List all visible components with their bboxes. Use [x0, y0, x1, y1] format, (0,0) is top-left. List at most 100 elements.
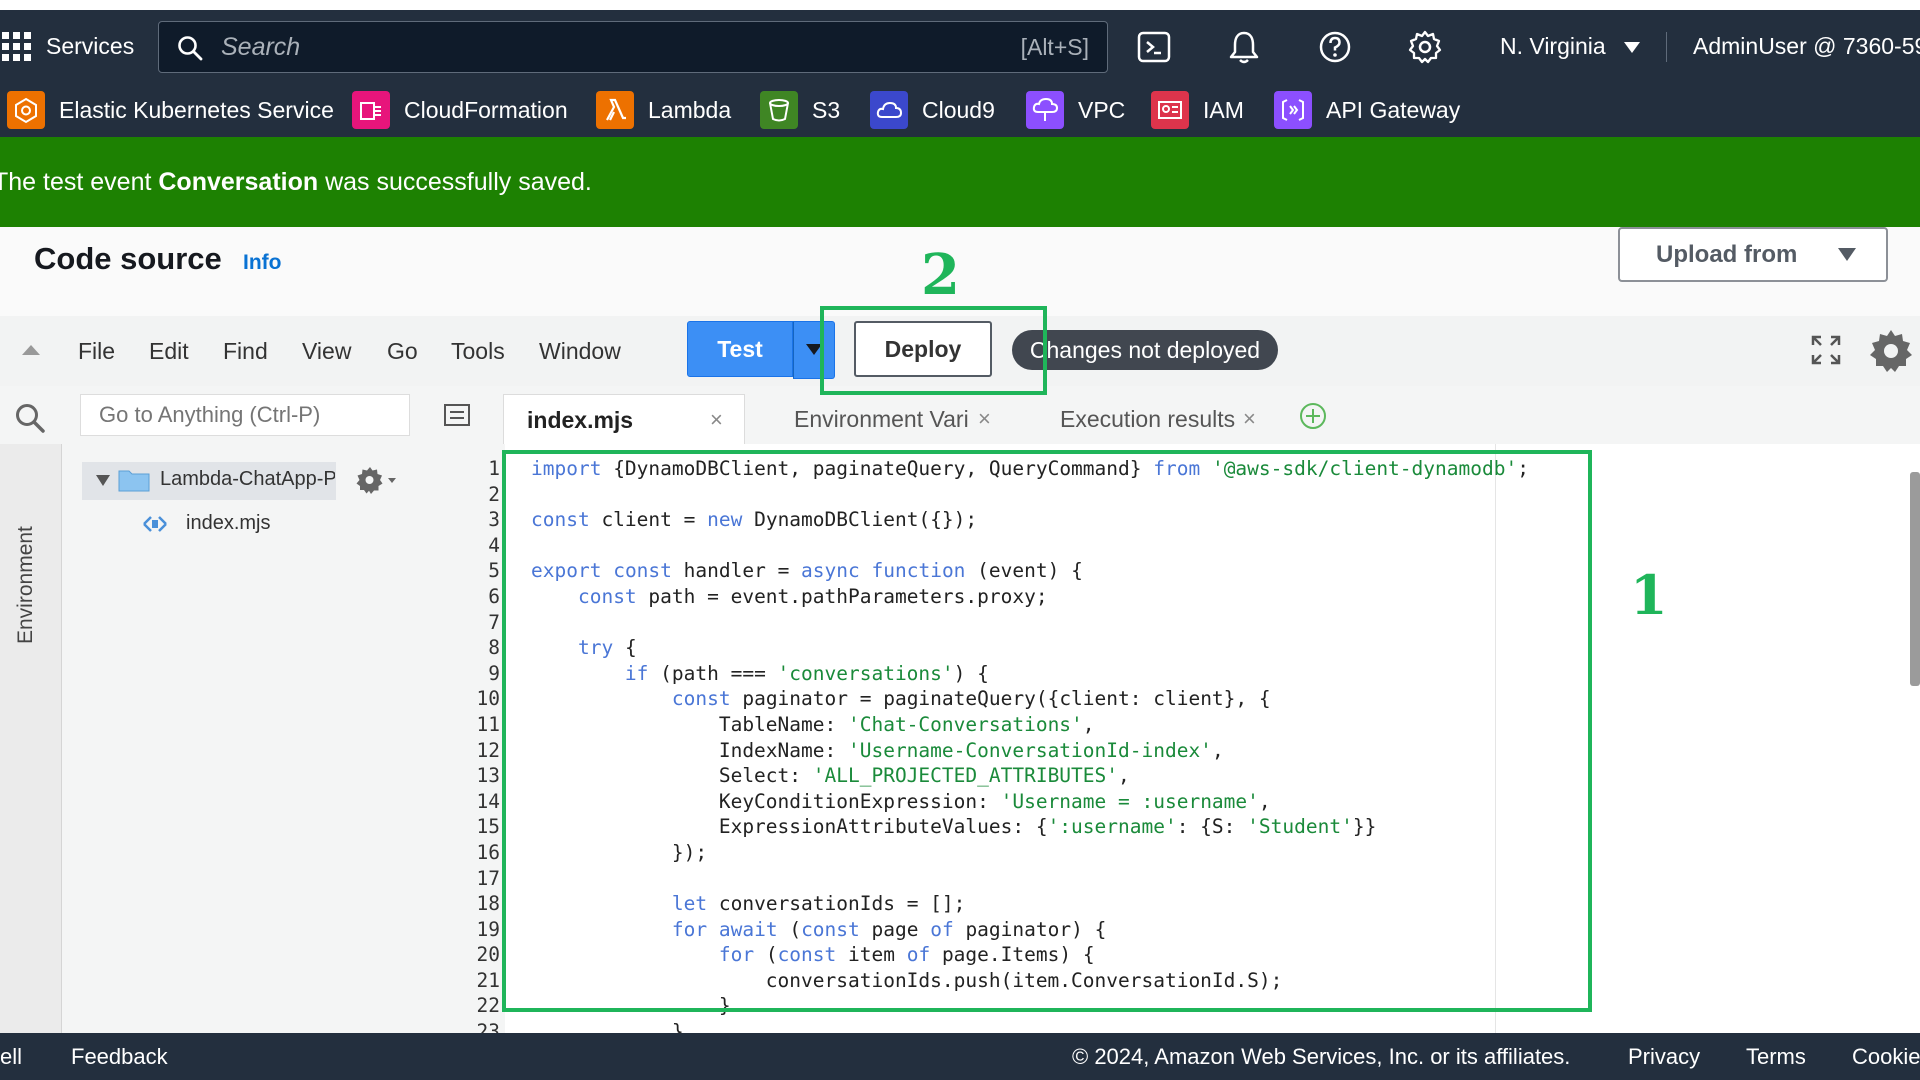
- tab-index-mjs[interactable]: index.mjs ×: [503, 394, 745, 444]
- line-number: 9: [488, 661, 500, 685]
- favorite-cloud9[interactable]: Cloud9: [870, 83, 995, 137]
- cloud9-icon: [870, 91, 908, 129]
- test-button[interactable]: Test: [687, 321, 793, 377]
- footer-privacy-link[interactable]: Privacy: [1628, 1033, 1700, 1080]
- line-number: 1: [488, 457, 500, 480]
- tree-folder-row[interactable]: Lambda-ChatApp-Pr: [82, 462, 336, 500]
- tab-environment-variables[interactable]: Environment Vari ×: [768, 394, 998, 444]
- favorite-lambda[interactable]: Lambda: [596, 83, 731, 137]
- menu-edit[interactable]: Edit: [149, 316, 189, 386]
- footer-terms-link[interactable]: Terms: [1746, 1033, 1806, 1080]
- footer-feedback-link[interactable]: Feedback: [71, 1033, 168, 1080]
- caret-down-icon: [1838, 248, 1856, 261]
- footer-cookies-link[interactable]: Cookie: [1852, 1033, 1920, 1080]
- menu-file[interactable]: File: [78, 316, 115, 386]
- favorite-iam[interactable]: IAM: [1151, 83, 1244, 137]
- line-number: 4: [488, 533, 500, 557]
- menu-window[interactable]: Window: [539, 316, 621, 386]
- favorite-label: VPC: [1078, 96, 1126, 123]
- close-icon[interactable]: ×: [1243, 394, 1256, 444]
- tab-label: index.mjs: [527, 407, 634, 433]
- help-icon[interactable]: [1317, 29, 1353, 65]
- api-gateway-icon: [1274, 91, 1312, 129]
- tabs-menu-icon[interactable]: [444, 404, 470, 426]
- editor-scrollbar[interactable]: [1910, 472, 1920, 686]
- editor-tabs-bar: index.mjs × Environment Vari × Execution…: [427, 386, 1920, 445]
- caret-down-icon: [1624, 42, 1641, 53]
- menu-tools[interactable]: Tools: [451, 316, 505, 386]
- annotation-marker-1: 1: [1630, 563, 1668, 627]
- search-input[interactable]: [221, 22, 921, 72]
- code-source-header: Code source Info Upload from: [0, 227, 1920, 316]
- favorite-label: IAM: [1203, 96, 1244, 123]
- line-number: 17: [476, 866, 500, 890]
- line-number: 16: [476, 840, 500, 864]
- region-selector[interactable]: N. Virginia: [1500, 10, 1641, 83]
- info-link[interactable]: Info: [243, 251, 281, 275]
- tab-execution-results[interactable]: Execution results ×: [1030, 394, 1270, 444]
- services-menu[interactable]: Services: [0, 10, 134, 83]
- upload-from-button[interactable]: Upload from: [1618, 227, 1888, 282]
- file-tree-sidebar: Environment Lambda-ChatApp-Pr index.mjs: [0, 386, 427, 1033]
- iam-icon: [1151, 91, 1189, 129]
- ide-settings-gear-icon[interactable]: [1868, 328, 1914, 374]
- close-icon[interactable]: ×: [978, 394, 991, 444]
- caret-down-icon: [96, 475, 110, 486]
- region-label: N. Virginia: [1500, 33, 1606, 59]
- banner-event-name: Conversation: [158, 168, 319, 196]
- line-number: 20: [476, 943, 500, 967]
- settings-gear-icon[interactable]: [1407, 29, 1443, 65]
- favorite-s3[interactable]: S3: [760, 83, 840, 137]
- line-number: 18: [476, 892, 500, 916]
- search-icon: [178, 36, 203, 61]
- file-label: index.mjs: [186, 512, 271, 534]
- environment-label: Environment: [14, 526, 37, 644]
- line-number: 8: [488, 636, 500, 660]
- deploy-status-badge: Changes not deployed: [1012, 330, 1278, 370]
- tab-label: Execution results: [1060, 406, 1236, 432]
- close-icon[interactable]: ×: [710, 395, 723, 445]
- line-number: 5: [488, 559, 500, 583]
- line-number: 22: [476, 994, 500, 1018]
- footer-cloudshell-link[interactable]: ell: [0, 1033, 22, 1080]
- line-number: 7: [488, 610, 500, 634]
- top-nav: Services [Alt+S] N. Virginia AdminUser @…: [0, 10, 1920, 83]
- line-number: 3: [488, 508, 500, 532]
- favorite-cloudformation[interactable]: CloudFormation: [352, 83, 568, 137]
- menu-find[interactable]: Find: [223, 316, 268, 386]
- go-to-anything-input[interactable]: [80, 394, 410, 436]
- nav-divider: [1666, 32, 1667, 62]
- code-text[interactable]: }: [531, 1019, 684, 1033]
- search-box[interactable]: [Alt+S]: [158, 21, 1108, 73]
- s3-icon: [760, 91, 798, 129]
- menu-view[interactable]: View: [302, 316, 351, 386]
- cloudformation-icon: [352, 91, 390, 129]
- line-number: 23: [476, 1020, 500, 1033]
- folder-icon: [118, 470, 150, 492]
- folder-settings-gear-icon[interactable]: [356, 466, 400, 494]
- add-tab-icon[interactable]: [1299, 402, 1327, 430]
- fullscreen-icon[interactable]: [1810, 334, 1842, 366]
- favorite-eks[interactable]: Elastic Kubernetes Service: [7, 83, 334, 137]
- success-banner: The test event Conversation was successf…: [0, 137, 1920, 227]
- menu-go[interactable]: Go: [387, 316, 418, 386]
- favorite-label: CloudFormation: [404, 96, 568, 123]
- cloudshell-icon[interactable]: [1136, 29, 1172, 65]
- collapse-icon[interactable]: [22, 343, 40, 355]
- code-line[interactable]: 23 }: [427, 1019, 1920, 1033]
- services-label: Services: [46, 33, 135, 59]
- environment-rail[interactable]: Environment: [0, 444, 62, 1033]
- vpc-icon: [1026, 91, 1064, 129]
- search-icon[interactable]: [14, 402, 46, 434]
- banner-message: The test event Conversation was successf…: [0, 168, 592, 196]
- line-number: 14: [476, 789, 500, 813]
- grid-icon: [2, 32, 31, 61]
- folder-label: Lambda-ChatApp-Pr: [160, 468, 335, 490]
- account-menu[interactable]: AdminUser @ 7360-59: [1693, 10, 1920, 83]
- bell-icon[interactable]: [1226, 29, 1262, 65]
- code-highlight-box: [502, 450, 1592, 1012]
- page-footer: ell Feedback © 2024, Amazon Web Services…: [0, 1033, 1920, 1080]
- favorite-vpc[interactable]: VPC: [1026, 83, 1125, 137]
- favorite-api-gateway[interactable]: API Gateway: [1274, 83, 1460, 137]
- favorite-label: API Gateway: [1326, 96, 1461, 123]
